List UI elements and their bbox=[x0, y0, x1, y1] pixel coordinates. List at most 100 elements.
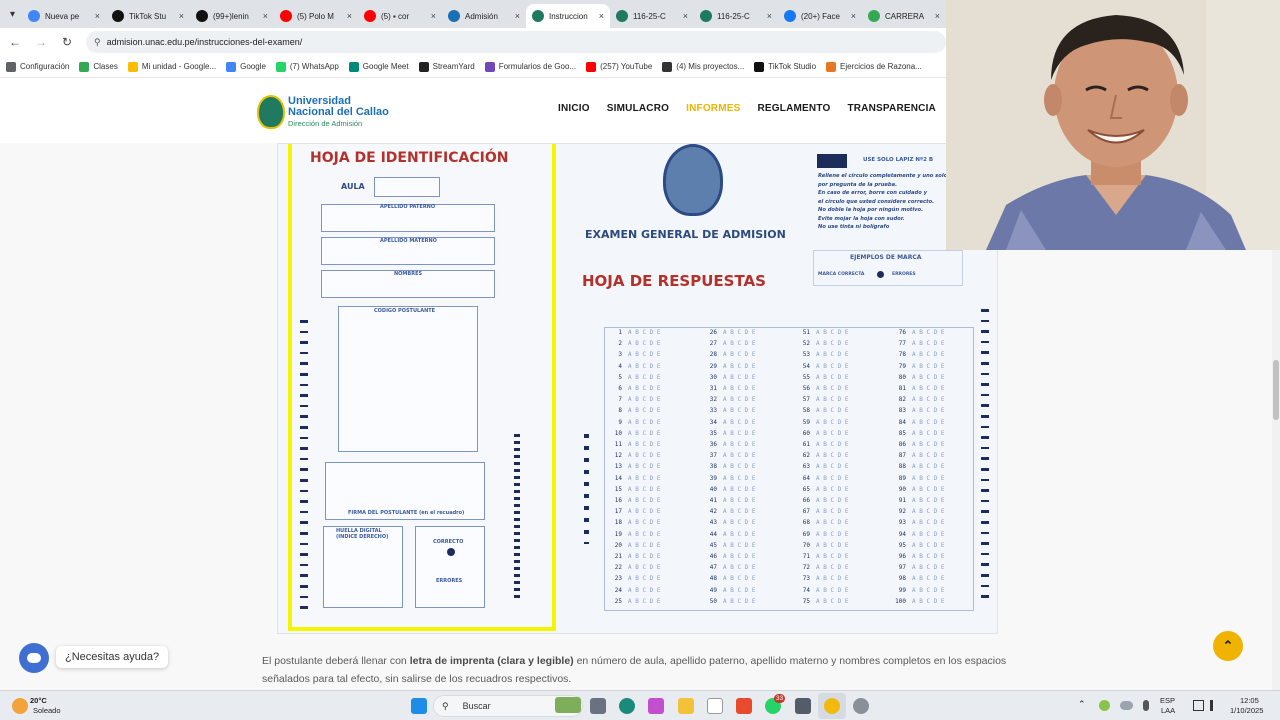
browser-tab[interactable]: TikTok Stu × bbox=[106, 4, 190, 28]
nav-item[interactable]: SIMULACRO bbox=[607, 103, 669, 114]
tray-app-icon[interactable] bbox=[1099, 700, 1110, 711]
nav-item[interactable]: INICIO bbox=[558, 103, 590, 114]
close-tab-icon[interactable]: × bbox=[179, 11, 184, 21]
weather-icon[interactable] bbox=[12, 698, 28, 714]
browser-tab[interactable]: (5) Polo M × bbox=[274, 4, 358, 28]
clock-date[interactable]: 1/10/2025 bbox=[1230, 706, 1263, 715]
browser-tab[interactable]: Instruccion × bbox=[526, 4, 610, 28]
windows-start-icon[interactable] bbox=[411, 698, 427, 714]
bookmark-item[interactable]: (7) WhatsApp bbox=[275, 61, 339, 72]
presenter-video bbox=[946, 0, 1280, 250]
bookmarks-bar: Configuración Clases Mi unidad - Google...… bbox=[0, 56, 946, 78]
timing-mark bbox=[981, 584, 989, 588]
browser-tab[interactable]: (99+)lenin × bbox=[190, 4, 274, 28]
back-to-top-button[interactable]: ⌃ bbox=[1213, 631, 1243, 661]
language-line-1[interactable]: ESP bbox=[1160, 696, 1175, 705]
timing-mark bbox=[300, 606, 308, 609]
chrome-icon[interactable] bbox=[824, 698, 840, 714]
bookmark-item[interactable]: Formularios de Goo... bbox=[484, 61, 576, 72]
instruction-line: por pregunta de la prueba. bbox=[818, 181, 898, 188]
close-tab-icon[interactable]: × bbox=[683, 11, 688, 21]
browser-tab[interactable]: (20+) Face × bbox=[778, 4, 862, 28]
nav-item[interactable]: INFORMES bbox=[686, 103, 740, 114]
close-tab-icon[interactable]: × bbox=[851, 11, 856, 21]
forward-arrow-icon[interactable]: → bbox=[30, 35, 52, 49]
timing-mark bbox=[981, 393, 989, 397]
microphone-icon[interactable] bbox=[1143, 700, 1149, 711]
bookmark-item[interactable]: Configuración bbox=[6, 61, 69, 72]
bookmark-item[interactable]: Clases bbox=[79, 61, 118, 72]
browser-tab[interactable]: Nueva pe × bbox=[22, 4, 106, 28]
store-icon[interactable] bbox=[707, 698, 723, 714]
site-info-icon[interactable]: ⚲ bbox=[94, 37, 101, 48]
timing-mark bbox=[300, 521, 308, 524]
bookmark-item[interactable]: TikTok Studio bbox=[754, 61, 816, 72]
close-tab-icon[interactable]: × bbox=[515, 11, 520, 21]
close-tab-icon[interactable]: × bbox=[431, 11, 436, 21]
site-logo[interactable]: Universidad Nacional del Callao Direcció… bbox=[257, 93, 397, 131]
bookmark-item[interactable]: Google Meet bbox=[348, 61, 409, 72]
file-explorer-icon[interactable] bbox=[678, 698, 694, 714]
site-icon bbox=[448, 10, 460, 22]
close-tab-icon[interactable]: × bbox=[935, 11, 940, 21]
timing-mark bbox=[300, 415, 308, 418]
browser-tab[interactable]: 116-25-C × bbox=[610, 4, 694, 28]
browser-tab[interactable]: CARRERA × bbox=[862, 4, 946, 28]
bookmark-label: StreamYard bbox=[432, 62, 475, 71]
bookmark-item[interactable]: Google bbox=[226, 61, 266, 72]
browser-tab[interactable]: 116-25-C × bbox=[694, 4, 778, 28]
language-line-2[interactable]: LAA bbox=[1161, 706, 1175, 715]
cloud-icon[interactable] bbox=[1120, 701, 1133, 710]
scrollbar-thumb[interactable] bbox=[1273, 360, 1279, 420]
bookmark-item[interactable]: Mi unidad - Google... bbox=[127, 61, 216, 72]
bookmark-item[interactable]: Ejercicios de Razona... bbox=[826, 61, 922, 72]
edge-icon[interactable] bbox=[619, 698, 635, 714]
nav-item[interactable]: TRANSPARENCIA bbox=[847, 103, 936, 114]
chat-help-label[interactable]: ¿Necesitas ayuda? bbox=[56, 646, 169, 668]
bookmark-item[interactable]: StreamYard bbox=[418, 61, 475, 72]
url-input[interactable]: ⚲ admision.unac.edu.pe/instrucciones-del… bbox=[86, 31, 946, 53]
close-tab-icon[interactable]: × bbox=[263, 11, 268, 21]
timing-mark bbox=[300, 595, 308, 599]
bookmark-item[interactable]: (257) YouTube bbox=[586, 61, 652, 72]
network-icon[interactable] bbox=[1193, 700, 1204, 711]
browser-tab[interactable]: (5) ▪ cor × bbox=[358, 4, 442, 28]
reload-icon[interactable]: ↻ bbox=[56, 35, 78, 49]
clock-time[interactable]: 12:05 bbox=[1240, 696, 1259, 705]
bookmark-icon bbox=[826, 61, 837, 72]
tab-search-menu-icon[interactable]: ▾ bbox=[3, 3, 22, 25]
lapiz-icon bbox=[817, 154, 847, 168]
chat-button[interactable] bbox=[19, 643, 49, 673]
close-tab-icon[interactable]: × bbox=[599, 11, 604, 21]
google-icon bbox=[868, 10, 880, 22]
task-view-icon[interactable] bbox=[590, 698, 606, 714]
tray-chevron-icon[interactable]: ⌃ bbox=[1078, 700, 1086, 709]
search-highlight-icon bbox=[555, 697, 581, 713]
exam-title: EXAMEN GENERAL DE ADMISION bbox=[585, 228, 786, 241]
nav-item[interactable]: REGLAMENTO bbox=[758, 103, 831, 114]
copilot-icon[interactable] bbox=[648, 698, 664, 714]
close-tab-icon[interactable]: × bbox=[347, 11, 352, 21]
timing-mark bbox=[981, 489, 989, 492]
timing-mark bbox=[300, 510, 308, 514]
bookmark-label: Google Meet bbox=[362, 62, 409, 71]
codigo-postulante-grid bbox=[338, 306, 478, 452]
office-icon[interactable] bbox=[736, 698, 752, 714]
tab-label: Instruccion bbox=[549, 11, 588, 21]
settings-icon[interactable] bbox=[853, 698, 869, 714]
instructions-list: Rellene el círculo completamente y uno s… bbox=[818, 172, 948, 232]
instruction-line: No use tinta ni bolígrafo bbox=[818, 224, 890, 230]
bookmark-icon bbox=[754, 61, 765, 72]
back-arrow-icon[interactable]: ← bbox=[4, 35, 26, 49]
bookmark-item[interactable]: (4) Mis proyectos... bbox=[662, 61, 744, 72]
browser-tab[interactable]: Admisión × bbox=[442, 4, 526, 28]
timing-mark bbox=[300, 341, 308, 344]
chevron-up-icon: ⌃ bbox=[1222, 638, 1234, 653]
tiktok-icon bbox=[196, 10, 208, 22]
app-icon[interactable] bbox=[795, 698, 811, 714]
instruction-line: En caso de error, borre con cuidado y bbox=[818, 190, 927, 196]
close-tab-icon[interactable]: × bbox=[767, 11, 772, 21]
page-scrollbar[interactable] bbox=[1272, 250, 1280, 690]
volume-icon[interactable] bbox=[1210, 700, 1221, 711]
close-tab-icon[interactable]: × bbox=[95, 11, 100, 21]
